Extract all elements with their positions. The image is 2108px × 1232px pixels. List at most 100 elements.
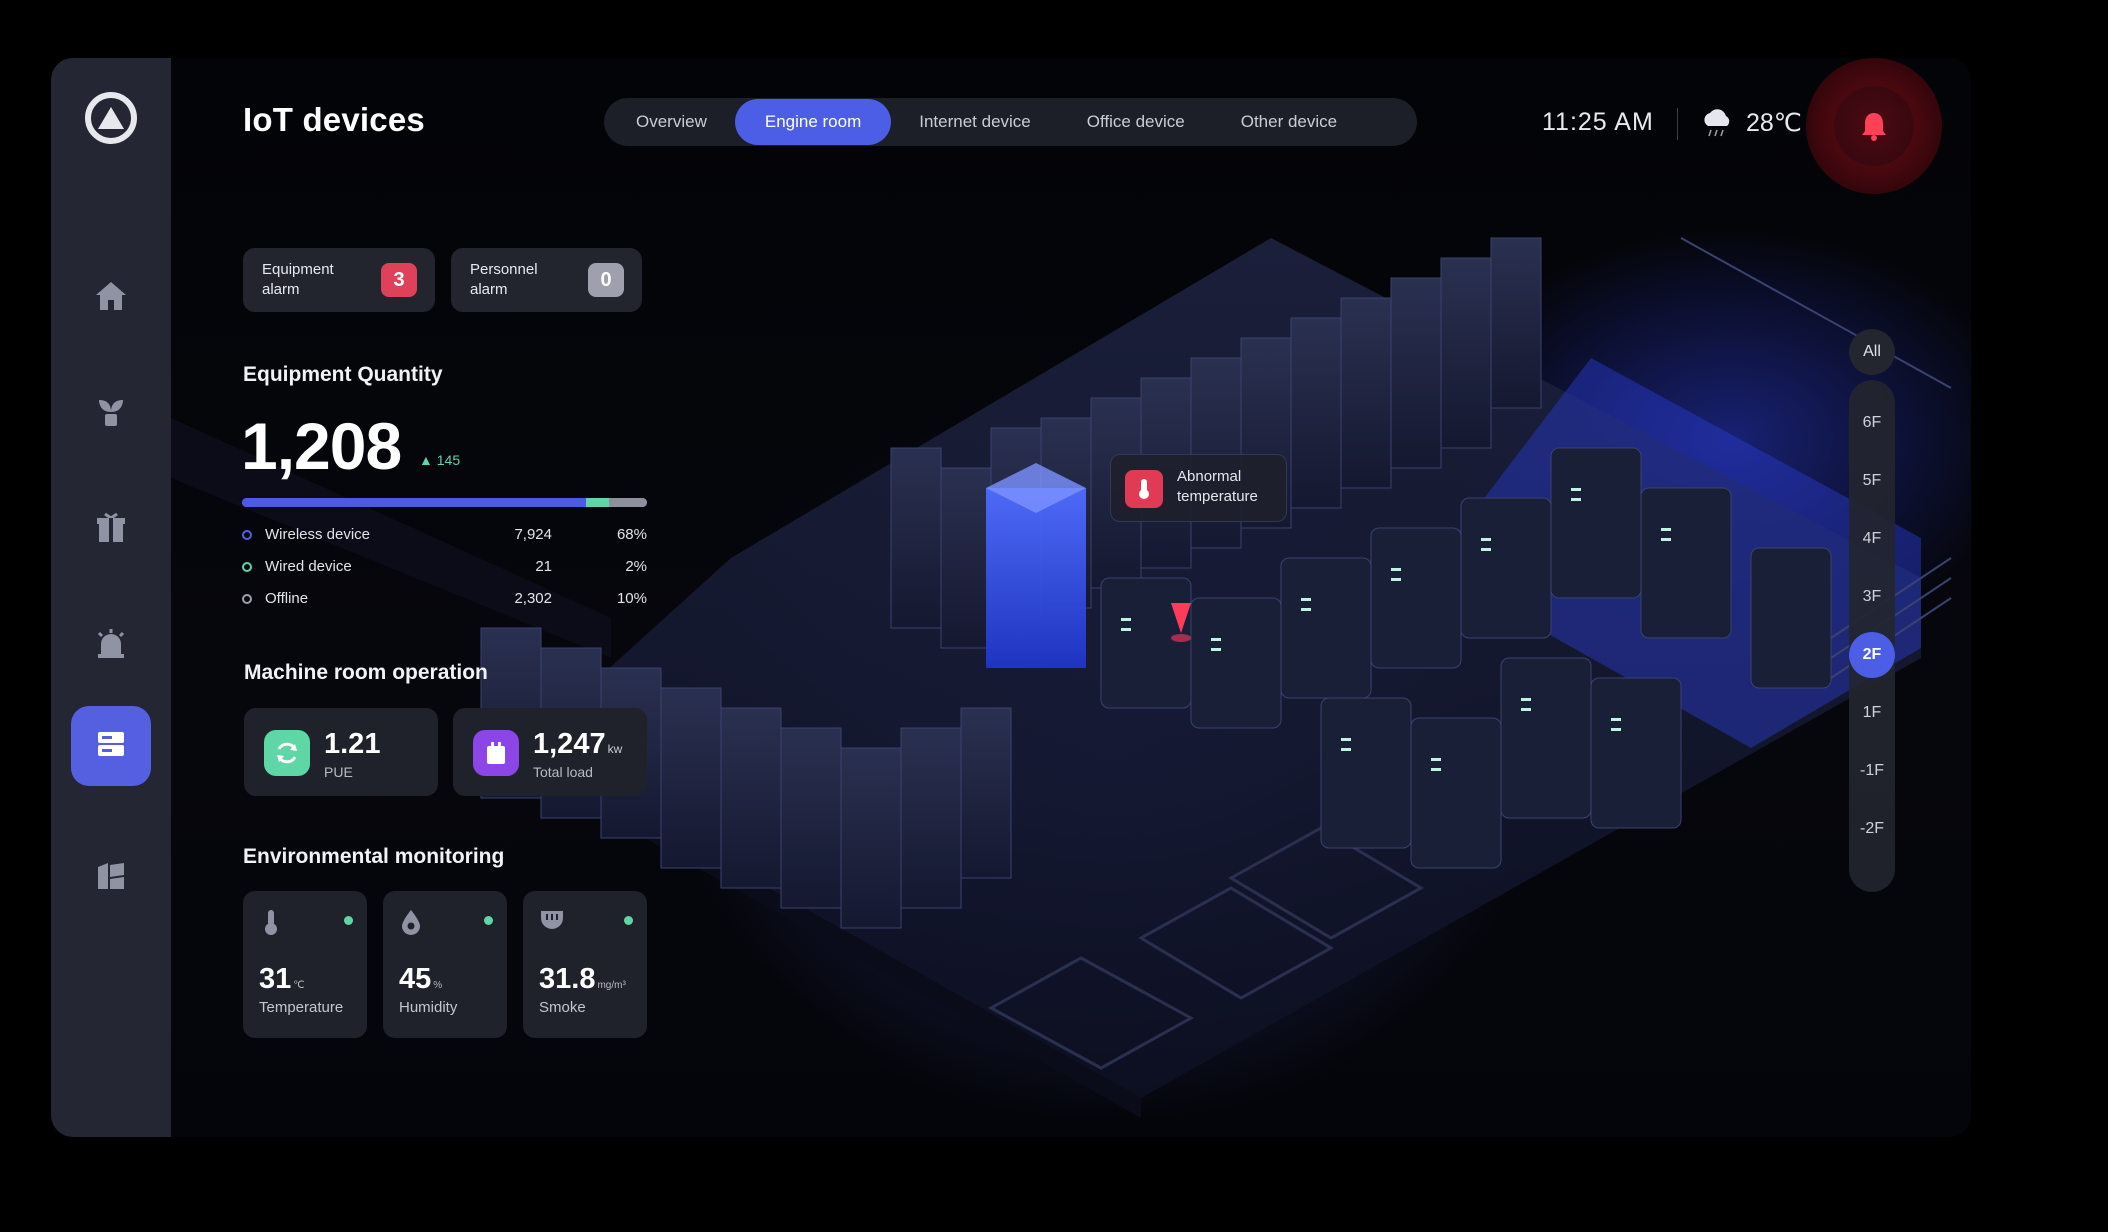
cloud-rain-icon <box>1699 104 1735 140</box>
environment-heading: Environmental monitoring <box>243 845 505 868</box>
alarm-light-icon <box>95 628 127 665</box>
logo-icon[interactable] <box>84 91 138 145</box>
temperature-unit: ℃ <box>293 980 305 991</box>
legend-row-offline: Offline 2,302 10% <box>242 590 647 612</box>
smoke-detector-icon <box>539 908 563 936</box>
header-divider <box>1677 108 1678 140</box>
tab-office-device[interactable]: Office device <box>1059 99 1213 145</box>
total-load-unit: kw <box>607 742 623 756</box>
bar-segment-wired <box>586 498 609 507</box>
sidebar <box>51 58 171 1137</box>
sidebar-item-devices[interactable] <box>71 706 151 786</box>
equipment-distribution-bar <box>242 498 647 507</box>
status-dot <box>624 916 633 925</box>
page-title: IoT devices <box>243 101 425 138</box>
floor-b2f[interactable]: -2F <box>1849 806 1895 852</box>
gift-box-icon <box>95 512 127 549</box>
legend-name: Wired device <box>265 558 352 575</box>
pue-label: PUE <box>324 764 353 780</box>
floor-b1f[interactable]: -1F <box>1849 748 1895 794</box>
battery-icon <box>473 730 519 776</box>
legend-pct: 2% <box>625 558 647 575</box>
plant-icon <box>95 396 127 433</box>
legend-count: 2,302 <box>514 590 552 607</box>
equipment-delta: ▲ 145 <box>419 452 460 468</box>
legend-name: Offline <box>265 590 309 607</box>
thermometer-icon <box>1125 470 1163 508</box>
equipment-quantity-heading: Equipment Quantity <box>243 363 443 386</box>
floor-6f[interactable]: 6F <box>1849 400 1895 446</box>
tab-internet-device[interactable]: Internet device <box>891 99 1059 145</box>
temperature-number: 31 <box>259 963 292 995</box>
humidity-number: 45 <box>399 963 432 995</box>
bar-segment-wireless <box>242 498 587 507</box>
smoke-value: 31.8 mg/m³ <box>539 963 626 996</box>
legend-row-wired: Wired device 21 2% <box>242 558 647 580</box>
legend-pct: 10% <box>616 590 647 607</box>
personnel-alarm-count: 0 <box>588 263 624 297</box>
sidebar-item-plants[interactable] <box>71 374 151 454</box>
app-window: IoT devices Overview Engine room Interne… <box>51 58 1971 1137</box>
status-dot <box>344 916 353 925</box>
humidity-unit: % <box>433 980 443 991</box>
total-load-value: 1,247 kw <box>533 728 622 761</box>
legend-dot <box>242 594 252 604</box>
floor-3f[interactable]: 3F <box>1849 574 1895 620</box>
floor-all-button[interactable]: All <box>1849 329 1895 375</box>
tab-bar: Overview Engine room Internet device Off… <box>604 98 1417 146</box>
personnel-alarm-card[interactable]: Personnel alarm 0 <box>451 248 642 312</box>
total-load-card[interactable]: 1,247 kw Total load <box>453 708 647 796</box>
server-icon <box>96 729 126 764</box>
sidebar-item-gifts[interactable] <box>71 490 151 570</box>
humidity-label: Humidity <box>399 999 458 1016</box>
alarm-bell-button[interactable] <box>1806 58 1942 194</box>
total-load-label: Total load <box>533 764 593 780</box>
total-load-number: 1,247 <box>533 728 606 760</box>
machine-room-heading: Machine room operation <box>244 661 488 684</box>
temperature-card[interactable]: 31 ℃ Temperature <box>243 891 367 1038</box>
floor-selector: 6F 5F 4F 3F 2F 1F -1F -2F <box>1849 380 1895 892</box>
tooltip-text: Abnormal temperature <box>1177 468 1258 505</box>
home-icon <box>94 280 128 317</box>
bell-icon <box>1834 86 1914 166</box>
equipment-alarm-label: Equipment alarm <box>262 261 334 298</box>
temperature-label: Temperature <box>259 999 344 1016</box>
thermometer-icon <box>259 908 283 936</box>
equipment-delta-value: 145 <box>436 452 461 468</box>
tab-engine-room[interactable]: Engine room <box>734 99 892 145</box>
humidity-card[interactable]: 45% Humidity <box>383 891 507 1038</box>
floor-4f[interactable]: 4F <box>1849 516 1895 562</box>
floor-1f[interactable]: 1F <box>1849 690 1895 736</box>
status-dot <box>484 916 493 925</box>
floor-5f[interactable]: 5F <box>1849 458 1895 504</box>
floor-2f[interactable]: 2F <box>1849 632 1895 678</box>
equipment-total: 1,208 <box>241 409 402 483</box>
personnel-alarm-label: Personnel alarm <box>470 261 538 298</box>
sidebar-item-map[interactable] <box>71 838 151 918</box>
equipment-alarm-count: 3 <box>381 263 417 297</box>
pue-card[interactable]: 1.21 PUE <box>244 708 438 796</box>
legend-count: 21 <box>535 558 552 575</box>
refresh-icon <box>264 730 310 776</box>
abnormal-temperature-tooltip[interactable]: Abnormal temperature <box>1110 454 1287 522</box>
arrow-up-icon: ▲ <box>419 452 437 468</box>
smoke-label: Smoke <box>539 999 586 1016</box>
clock: 11:25 AM <box>1542 108 1654 136</box>
sidebar-item-home[interactable] <box>71 258 151 338</box>
legend-dot <box>242 562 252 572</box>
legend-count: 7,924 <box>514 526 552 543</box>
smoke-unit: mg/m³ <box>597 980 626 991</box>
legend-pct: 68% <box>616 526 647 543</box>
map-icon <box>96 861 126 896</box>
weather-temperature: 28℃ <box>1746 109 1802 137</box>
legend-dot <box>242 530 252 540</box>
tab-other-device[interactable]: Other device <box>1213 99 1365 145</box>
tab-overview[interactable]: Overview <box>608 99 735 145</box>
smoke-card[interactable]: 31.8 mg/m³ Smoke <box>523 891 647 1038</box>
equipment-alarm-card[interactable]: Equipment alarm 3 <box>243 248 435 312</box>
pue-value: 1.21 <box>324 728 381 760</box>
humidity-value: 45% <box>399 963 442 996</box>
smoke-number: 31.8 <box>539 963 596 995</box>
sidebar-item-alerts[interactable] <box>71 606 151 686</box>
bar-segment-offline <box>608 498 647 507</box>
